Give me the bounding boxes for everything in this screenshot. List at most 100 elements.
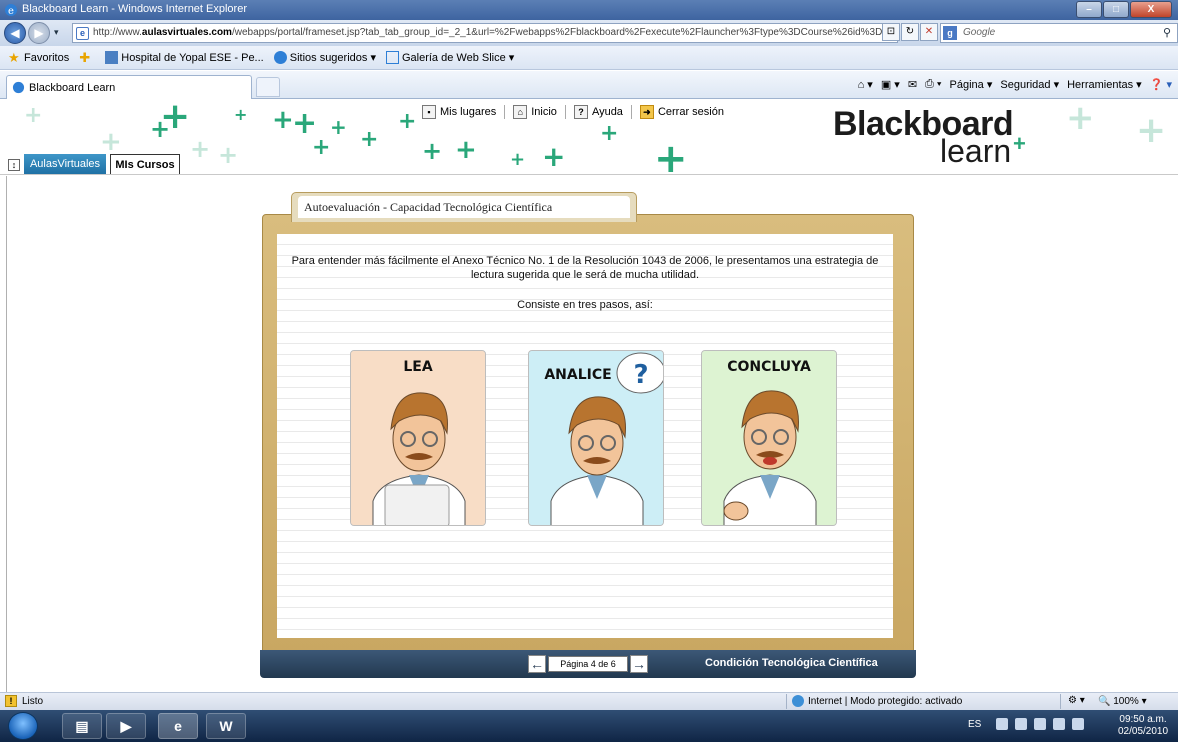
minimize-button[interactable]: – bbox=[1076, 1, 1102, 18]
tray-app-icon[interactable] bbox=[1015, 718, 1027, 730]
favorites-star-icon: ★ bbox=[8, 50, 20, 65]
window-titlebar: e Blackboard Learn - Windows Internet Ex… bbox=[0, 0, 1178, 20]
decor-plus-icon: + bbox=[1066, 99, 1095, 138]
decor-plus-icon: + bbox=[398, 109, 417, 134]
decor-plus-icon: + bbox=[330, 115, 347, 139]
tools-menu[interactable]: Herramientas ▾ bbox=[1067, 78, 1142, 91]
home-icon[interactable]: ⌂ ▾ bbox=[858, 78, 873, 91]
my-places-link[interactable]: ▪ Mis lugares bbox=[422, 105, 496, 119]
compat-view-icon[interactable]: ⊡ bbox=[882, 23, 900, 41]
fav-link-suggested-sites[interactable]: Sitios sugeridos ▾ bbox=[273, 51, 376, 64]
clock-time: 09:50 a.m. bbox=[1119, 714, 1167, 725]
tab-aulas-virtuales[interactable]: AulasVirtuales bbox=[24, 154, 106, 174]
status-separator bbox=[786, 694, 787, 709]
collapse-menu-icon[interactable]: ↕ bbox=[8, 159, 20, 171]
next-page-button[interactable]: → bbox=[630, 655, 648, 673]
maximize-button[interactable]: □ bbox=[1103, 1, 1129, 18]
url-input[interactable]: e http://www.aulasvirtuales.com/webapps/… bbox=[72, 23, 898, 43]
close-button[interactable]: X bbox=[1130, 1, 1172, 18]
globe-icon bbox=[792, 695, 804, 707]
step-label: CONCLUYA bbox=[727, 359, 811, 375]
step-card-lea: LEA bbox=[350, 350, 486, 526]
decor-plus-icon: + bbox=[100, 127, 122, 157]
tab-blackboard-learn[interactable]: Blackboard Learn bbox=[6, 75, 252, 99]
concluding-doctor-illustration bbox=[702, 351, 836, 525]
zoom-level[interactable]: 🔍 100% ▾ bbox=[1098, 696, 1147, 707]
svg-text:e: e bbox=[8, 6, 14, 17]
logout-link[interactable]: ➜ Cerrar sesión bbox=[639, 105, 724, 119]
decor-plus-icon: + bbox=[312, 135, 331, 160]
ie-logo-icon: e bbox=[5, 4, 17, 17]
search-placeholder: Google bbox=[963, 27, 996, 38]
explorer-icon[interactable]: ▤ bbox=[62, 713, 102, 739]
fav-link-hospital[interactable]: Hospital de Yopal ESE - Pe... bbox=[105, 51, 264, 64]
decor-plus-icon: + bbox=[654, 136, 688, 175]
language-indicator[interactable]: ES bbox=[968, 719, 981, 730]
step-label: ANALICE bbox=[544, 367, 612, 383]
security-zone[interactable]: Internet | Modo protegido: activado bbox=[792, 695, 962, 707]
protected-mode-icon[interactable]: ⚙ ▾ bbox=[1068, 695, 1085, 706]
clock[interactable]: 09:50 a.m. 02/05/2010 bbox=[1118, 714, 1168, 738]
search-icon[interactable]: ⚲ bbox=[1163, 26, 1171, 39]
security-menu[interactable]: Seguridad ▾ bbox=[1000, 78, 1059, 91]
volume-icon[interactable] bbox=[1072, 718, 1084, 730]
forward-button[interactable]: ▶ bbox=[28, 22, 50, 44]
media-player-icon[interactable]: ▶ bbox=[106, 713, 146, 739]
home-icon: ⌂ bbox=[513, 105, 528, 119]
course-title: Condición Tecnológica Científica bbox=[705, 657, 878, 669]
history-dropdown-icon[interactable]: ▾ bbox=[54, 27, 59, 38]
page-menu[interactable]: Página ▾ bbox=[950, 78, 993, 91]
decor-plus-icon: + bbox=[24, 103, 43, 128]
decor-plus-icon: + bbox=[272, 105, 294, 135]
blackboard-header: + + + + + + + + + + + + + + + + + + + + … bbox=[0, 99, 1178, 175]
fav-link-web-slice[interactable]: Galería de Web Slice ▾ bbox=[385, 51, 514, 64]
my-places-icon: ▪ bbox=[422, 105, 436, 119]
stop-icon[interactable]: ✕ bbox=[920, 23, 938, 41]
window-title: Blackboard Learn - Windows Internet Expl… bbox=[22, 3, 247, 15]
favorites-bar: ★ Favoritos ✚ Hospital de Yopal ESE - Pe… bbox=[0, 46, 1178, 70]
search-input[interactable]: g Google ⚲ bbox=[940, 23, 1178, 43]
start-button[interactable] bbox=[8, 712, 38, 740]
decor-plus-icon: + bbox=[510, 149, 526, 170]
tab-mis-cursos[interactable]: MIs Cursos bbox=[110, 154, 180, 174]
logout-icon: ➜ bbox=[639, 105, 654, 119]
step-label: LEA bbox=[403, 359, 433, 375]
web-slice-icon bbox=[385, 51, 399, 64]
print-icon[interactable]: ⎙ ▾ bbox=[925, 78, 941, 91]
action-center-icon[interactable] bbox=[1034, 718, 1046, 730]
tray-expand-icon[interactable] bbox=[996, 718, 1008, 730]
help-icon: ? bbox=[573, 105, 588, 119]
decor-plus-icon: + bbox=[234, 105, 248, 124]
learn-logo: learn bbox=[940, 133, 1012, 169]
refresh-icon[interactable]: ↻ bbox=[901, 23, 919, 41]
new-tab-button[interactable] bbox=[256, 77, 280, 97]
home-link[interactable]: ⌂ Inicio bbox=[513, 105, 557, 119]
favorites-button[interactable]: ★ Favoritos bbox=[8, 51, 69, 64]
warning-icon[interactable]: ! bbox=[5, 695, 17, 707]
reading-doctor-illustration bbox=[351, 351, 485, 525]
help-icon[interactable]: ❓ ▾ bbox=[1150, 78, 1172, 91]
back-button[interactable]: ◀ bbox=[4, 22, 26, 44]
site-icon bbox=[105, 51, 119, 64]
status-text: Listo bbox=[22, 696, 44, 707]
add-favorite-icon: ✚ bbox=[79, 50, 91, 65]
page-indicator: Página 4 de 6 bbox=[548, 656, 628, 672]
google-icon: g bbox=[943, 26, 957, 40]
word-icon[interactable]: W bbox=[206, 713, 246, 739]
intro-paragraph: Para entender más fácilmente el Anexo Té… bbox=[291, 255, 879, 281]
link-separator bbox=[564, 105, 566, 119]
mail-icon[interactable]: ✉ bbox=[908, 78, 917, 91]
internet-explorer-icon[interactable]: e bbox=[158, 713, 198, 739]
decor-plus-icon: + bbox=[360, 127, 379, 152]
clock-date: 02/05/2010 bbox=[1118, 726, 1169, 737]
steps-paragraph: Consiste en tres pasos, así: bbox=[517, 299, 653, 311]
link-separator bbox=[504, 105, 506, 119]
help-link[interactable]: ? Ayuda bbox=[573, 105, 623, 119]
add-favorite-button[interactable]: ✚ bbox=[79, 51, 95, 64]
network-icon[interactable] bbox=[1053, 718, 1065, 730]
previous-page-button[interactable]: ← bbox=[528, 655, 546, 673]
logo-plus-icon: + bbox=[1013, 131, 1026, 156]
step-card-concluya: CONCLUYA bbox=[701, 350, 837, 526]
frame-divider bbox=[6, 176, 7, 692]
feeds-icon[interactable]: ▣ ▾ bbox=[881, 78, 900, 91]
